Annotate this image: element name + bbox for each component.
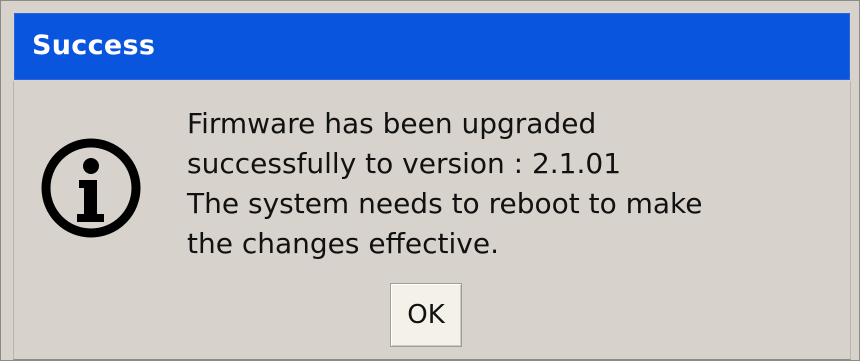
dialog-titlebar: Success [14, 13, 850, 80]
message-line: the changes effective. [187, 227, 499, 260]
dialog-message: Firmware has been upgraded successfully … [187, 104, 827, 264]
info-icon [41, 138, 141, 238]
message-line: successfully to version : 2.1.01 [187, 147, 622, 180]
message-line: The system needs to reboot to make [187, 187, 703, 220]
dialog-title: Success [32, 30, 156, 61]
ok-button[interactable]: OK [390, 283, 462, 347]
message-line: Firmware has been upgraded [187, 107, 597, 140]
success-dialog: Success Firmware has been upgraded succe… [0, 0, 860, 361]
